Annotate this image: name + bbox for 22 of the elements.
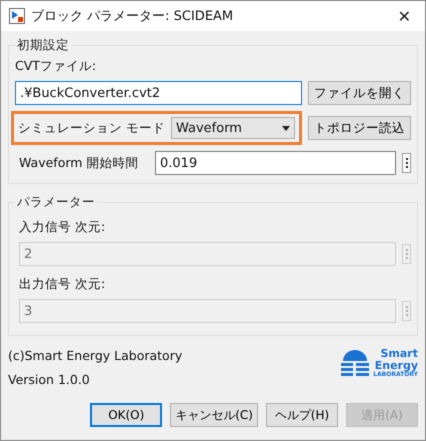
dialog-button[interactable]: ヘルプ(H) (266, 403, 338, 427)
start-time-field[interactable]: 0.019 (155, 151, 396, 175)
version-text: Version 1.0.0 (8, 372, 91, 387)
close-button[interactable]: ✕ (392, 6, 417, 26)
field-label: 入力信号 次元: (18, 219, 106, 236)
file-path-field[interactable]: .¥BuckConverter.cvt2 (15, 81, 302, 105)
load-topology-button[interactable]: トポロジー読込 (308, 116, 411, 140)
open-file-button[interactable]: ファイルを開く (308, 81, 411, 105)
field-label: CVTファイル: (15, 58, 98, 75)
more-button[interactable] (402, 153, 411, 173)
app-icon (9, 8, 25, 24)
dialog-button[interactable]: キャンセル(C) (170, 403, 258, 427)
group-title: 初期設定 (16, 37, 70, 54)
field-label: シミュレーション モード (18, 120, 165, 136)
copyright-text: (c)Smart Energy Laboratory (8, 348, 184, 363)
group-title: パラメーター (16, 194, 96, 211)
dialog-button[interactable]: OK(O) (90, 403, 162, 427)
dropdown-arrow-icon (282, 126, 290, 130)
field-label: 出力信号 次元: (18, 276, 106, 293)
window-title: ブロック パラメーター: SCIDEAM (31, 8, 234, 25)
mode-dropdown[interactable]: Waveform (170, 117, 295, 139)
field-label: Waveform 開始時間 (19, 154, 140, 172)
